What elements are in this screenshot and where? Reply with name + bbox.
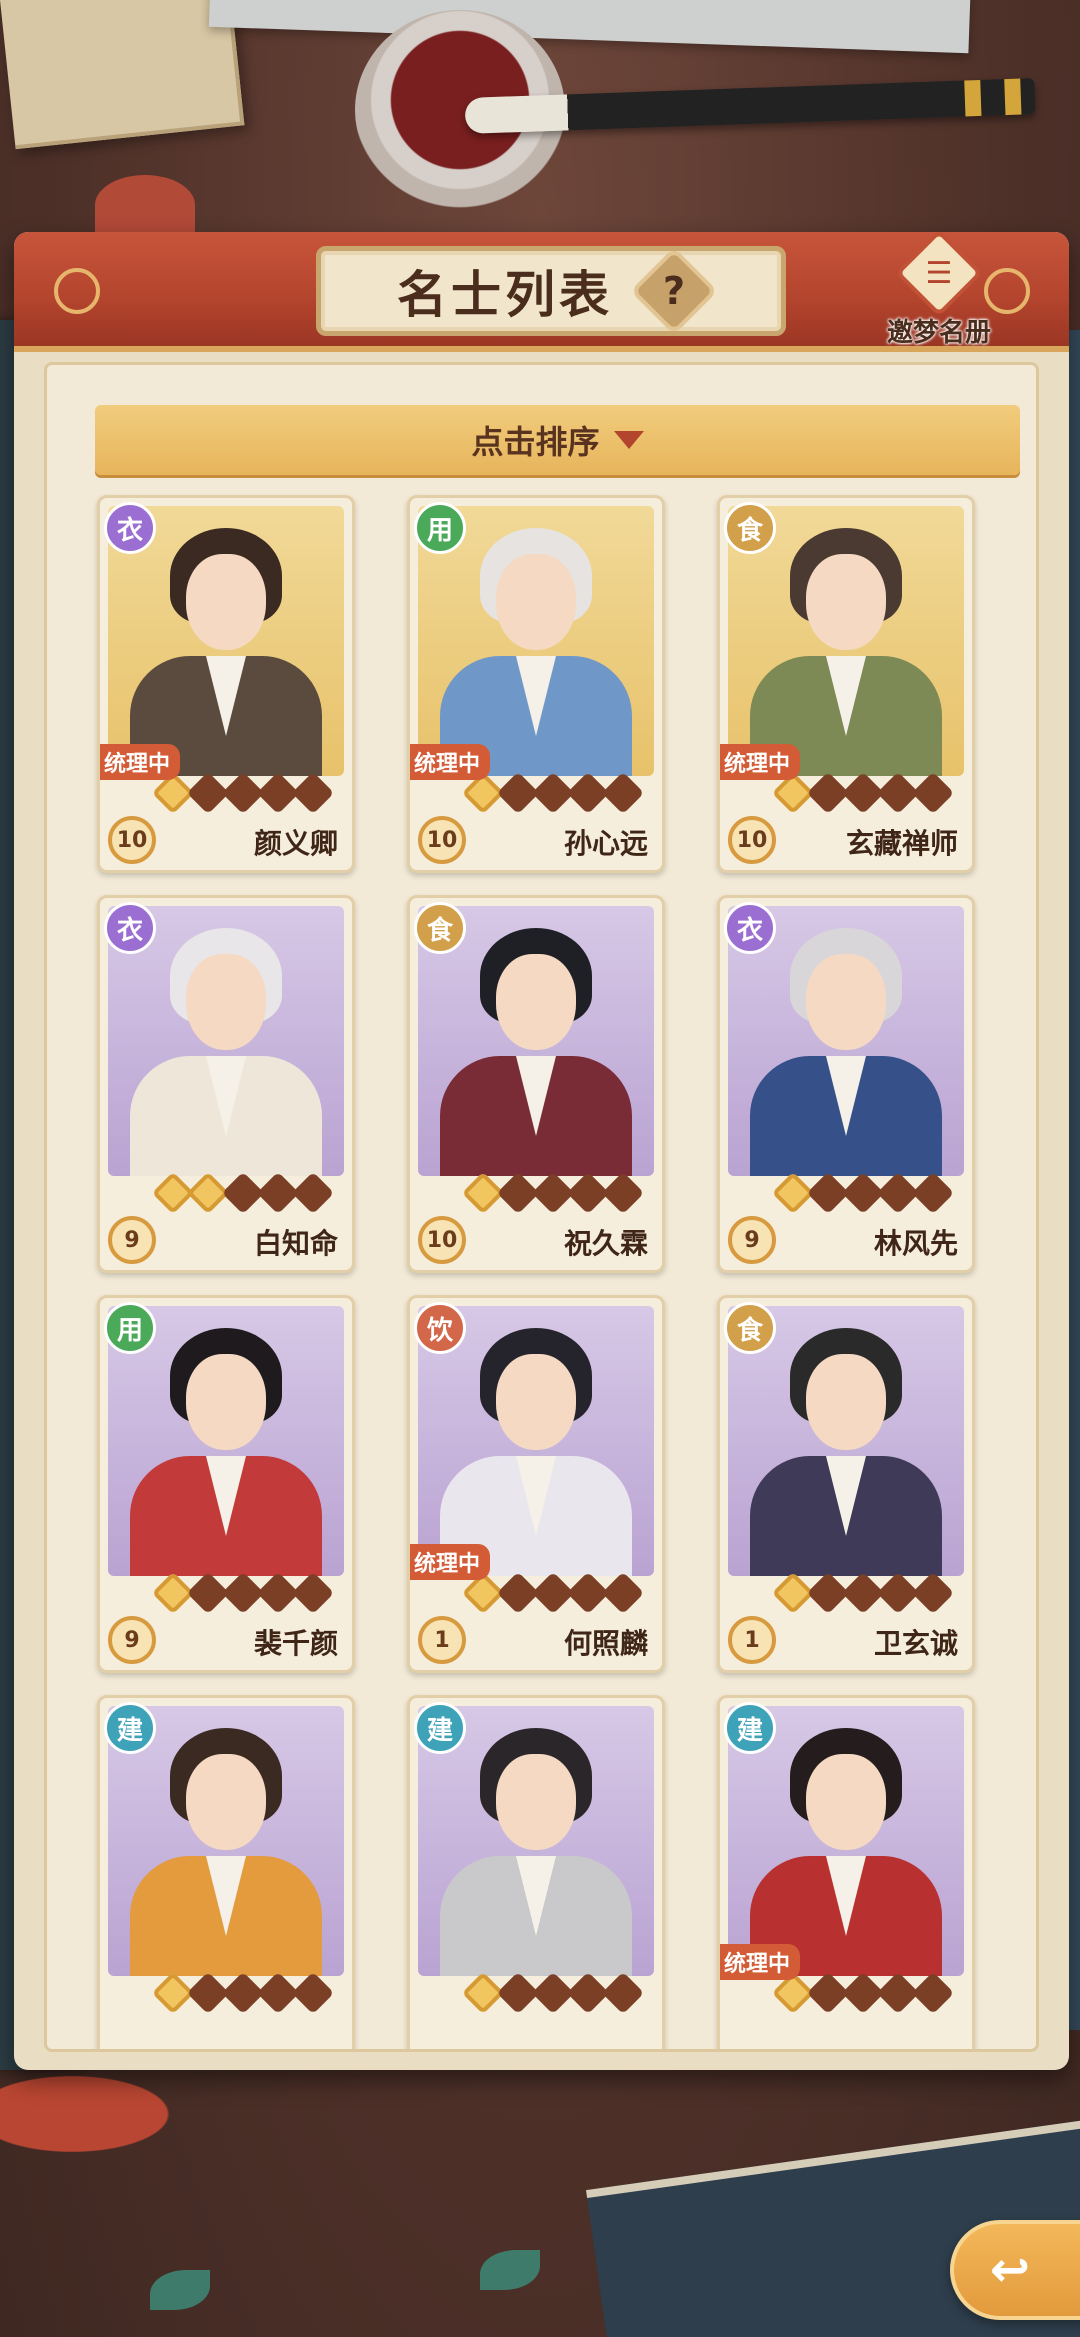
register-label: 邀梦名册 — [886, 318, 991, 348]
register-button[interactable]: ☰ 邀梦名册 — [874, 229, 1004, 352]
character-card[interactable]: 食 1 卫玄诚 — [717, 1295, 975, 1673]
character-name: 孙心远 — [563, 827, 648, 860]
status-badge: 统理中 — [410, 1544, 491, 1580]
star-icon — [291, 771, 335, 815]
star-rating — [151, 1171, 335, 1215]
type-badge: 食 — [414, 902, 466, 954]
help-button[interactable]: ? — [630, 247, 718, 335]
desk-paper — [0, 0, 245, 150]
level-badge: 9 — [728, 1216, 776, 1264]
back-button[interactable]: ↩ — [950, 2220, 1080, 2320]
famous-people-panel: 名士列表 ? ☰ 邀梦名册 点击排序 衣统理中 10 颜义卿用统理中 10 孙心远食统理… — [14, 229, 1069, 2070]
character-card[interactable]: 建统理中 — [717, 1695, 975, 2049]
tassel-ornament — [0, 2070, 240, 2180]
star-rating — [151, 1571, 335, 1615]
cloud-ornament — [54, 268, 100, 314]
star-icon — [911, 771, 955, 815]
type-badge: 衣 — [724, 902, 776, 954]
star-icon — [911, 1971, 955, 2015]
star-rating — [771, 1571, 955, 1615]
character-name: 卫玄诚 — [873, 1627, 958, 1660]
star-icon — [291, 1971, 335, 2015]
level-badge: 9 — [108, 1216, 156, 1264]
character-card[interactable]: 衣 9 白知命 — [97, 895, 355, 1273]
star-rating — [461, 1971, 645, 2015]
leaf-ornament — [150, 2270, 210, 2310]
character-card[interactable]: 建 — [407, 1695, 665, 2049]
page-title: 名士列表 — [397, 265, 613, 324]
type-badge: 用 — [414, 502, 466, 554]
star-rating — [151, 1971, 335, 2015]
star-rating — [771, 1971, 955, 2015]
star-icon — [601, 771, 645, 815]
flower-ornament — [95, 175, 195, 235]
star-icon — [601, 1971, 645, 2015]
star-rating — [461, 1171, 645, 1215]
leaf-ornament — [480, 2250, 540, 2290]
character-name: 何照麟 — [563, 1627, 648, 1660]
star-icon — [601, 1171, 645, 1215]
character-name: 玄藏禅师 — [845, 827, 958, 860]
star-rating — [461, 771, 645, 815]
star-icon — [291, 1571, 335, 1615]
star-icon — [291, 1171, 335, 1215]
sort-label: 点击排序 — [471, 423, 600, 461]
level-badge: 1 — [418, 1616, 466, 1664]
character-name: 祝久霖 — [563, 1227, 648, 1260]
character-card[interactable]: 用统理中 10 孙心远 — [407, 495, 665, 873]
level-badge: 10 — [418, 1216, 466, 1264]
character-card[interactable]: 用 9 裴千颜 — [97, 1295, 355, 1673]
return-arrow-icon: ↩ — [989, 2242, 1031, 2298]
type-badge: 衣 — [104, 902, 156, 954]
star-rating — [461, 1571, 645, 1615]
status-badge: 统理中 — [100, 744, 181, 780]
character-name: 白知命 — [253, 1227, 338, 1260]
type-badge: 食 — [724, 502, 776, 554]
type-badge: 饮 — [414, 1302, 466, 1354]
type-badge: 建 — [104, 1702, 156, 1754]
type-badge: 用 — [104, 1302, 156, 1354]
star-rating — [771, 771, 955, 815]
triangle-down-icon — [613, 431, 644, 449]
question-icon: ? — [662, 268, 686, 313]
type-badge: 建 — [724, 1702, 776, 1754]
level-badge: 10 — [108, 816, 156, 864]
star-rating — [151, 771, 335, 815]
star-icon — [911, 1171, 955, 1215]
character-card[interactable]: 食 10 祝久霖 — [407, 895, 665, 1273]
status-badge: 统理中 — [410, 744, 491, 780]
level-badge: 10 — [418, 816, 466, 864]
level-badge: 10 — [728, 816, 776, 864]
book-icon: ☰ — [895, 229, 983, 317]
card-list-area[interactable]: 点击排序 衣统理中 10 颜义卿用统理中 10 孙心远食统理中 10 玄藏禅师衣 9 白知命食 1… — [44, 362, 1039, 2052]
character-name: 林风先 — [873, 1227, 958, 1260]
level-badge: 9 — [108, 1616, 156, 1664]
title-plate: 名士列表 ? — [316, 246, 786, 336]
character-name: 颜义卿 — [253, 827, 338, 860]
level-badge: 1 — [728, 1616, 776, 1664]
star-icon — [911, 1571, 955, 1615]
character-card[interactable]: 建 — [97, 1695, 355, 2049]
character-card[interactable]: 衣统理中 10 颜义卿 — [97, 495, 355, 873]
panel-header: 名士列表 ? ☰ 邀梦名册 — [14, 229, 1069, 352]
sort-button[interactable]: 点击排序 — [95, 405, 1020, 475]
character-card[interactable]: 食统理中 10 玄藏禅师 — [717, 495, 975, 873]
status-badge: 统理中 — [720, 1944, 801, 1980]
status-badge: 统理中 — [720, 744, 801, 780]
character-card[interactable]: 饮统理中 1 何照麟 — [407, 1295, 665, 1673]
type-badge: 建 — [414, 1702, 466, 1754]
star-icon — [601, 1571, 645, 1615]
type-badge: 衣 — [104, 502, 156, 554]
character-card[interactable]: 衣 9 林风先 — [717, 895, 975, 1273]
character-name: 裴千颜 — [253, 1627, 338, 1660]
type-badge: 食 — [724, 1302, 776, 1354]
desk-paper-top — [208, 0, 972, 54]
star-rating — [771, 1171, 955, 1215]
